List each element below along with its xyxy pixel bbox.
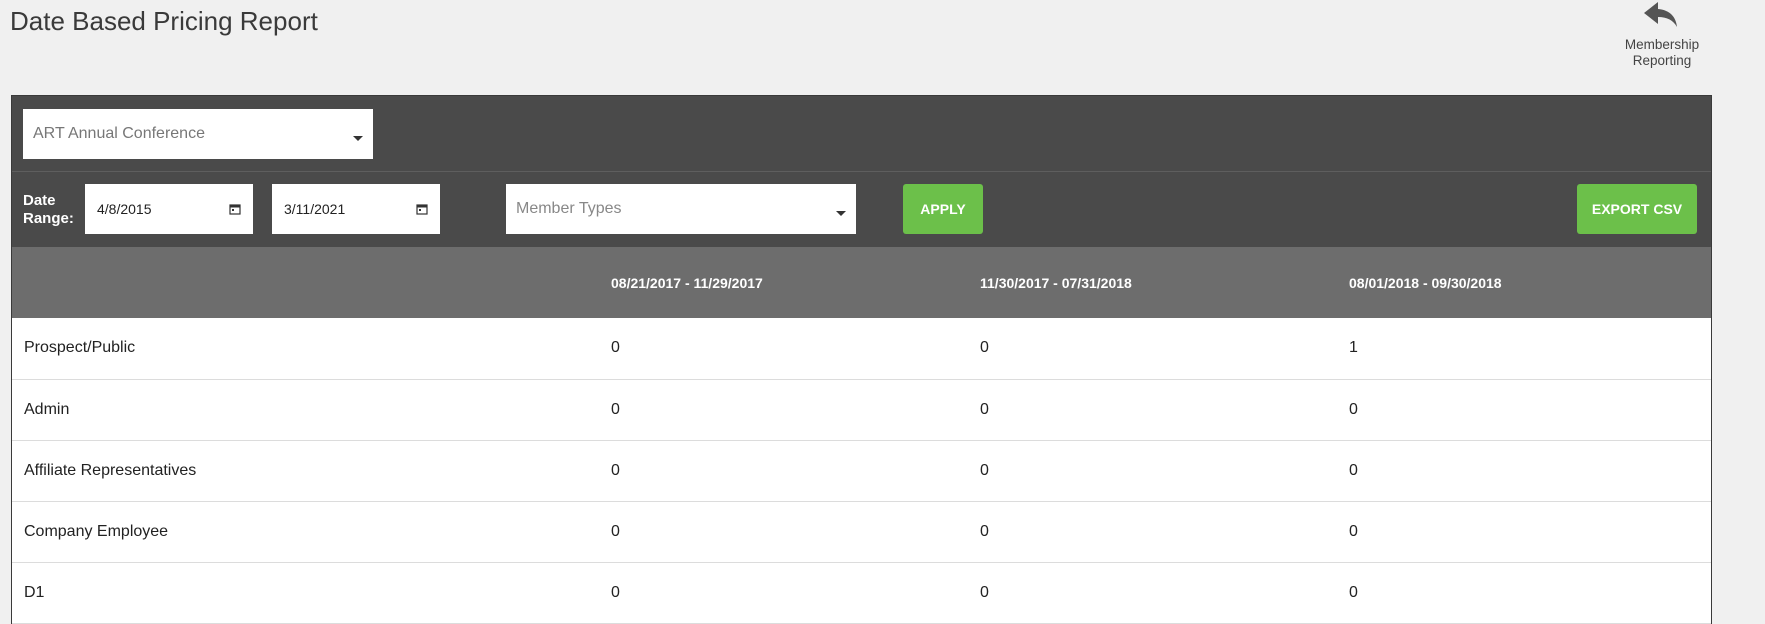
- table-cell: 1: [1349, 339, 1358, 357]
- calendar-icon[interactable]: [229, 203, 241, 215]
- table-cell: 0: [611, 583, 620, 601]
- table-header-cell: 08/01/2018 - 09/30/2018: [1349, 274, 1502, 291]
- table-header-cell: [12, 247, 611, 318]
- table-cell: 0: [980, 400, 989, 418]
- table-cell: 0: [980, 461, 989, 479]
- reply-arrow-icon: [1644, 2, 1677, 27]
- table-cell: 0: [611, 522, 620, 540]
- table-cell: 0: [1349, 583, 1358, 601]
- member-types-placeholder: Member Types: [516, 200, 622, 217]
- start-date-input[interactable]: 4/8/2015: [85, 184, 253, 234]
- row-label: Admin: [24, 400, 70, 418]
- member-types-select[interactable]: Member Types: [506, 184, 856, 234]
- export-csv-button[interactable]: EXPORT CSV: [1577, 184, 1697, 234]
- row-label: D1: [24, 583, 45, 601]
- date-range-label: Date Range:: [23, 192, 83, 228]
- table-row: Company Employee 0 0 0: [12, 501, 1711, 562]
- table-cell: 0: [1349, 522, 1358, 540]
- event-select[interactable]: ART Annual Conference: [23, 109, 373, 159]
- table-row: D1 0 0 0: [12, 562, 1711, 623]
- date-range-label-line1: Date: [23, 192, 56, 209]
- start-date-value: 4/8/2015: [97, 201, 152, 217]
- table-row: Prospect/Public 0 0 1: [12, 318, 1711, 379]
- event-select-value: ART Annual Conference: [33, 125, 205, 142]
- table-row: Admin 0 0 0: [12, 379, 1711, 440]
- table-row: Affiliate Representatives 0 0 0: [12, 440, 1711, 501]
- row-label: Company Employee: [24, 522, 169, 540]
- table-cell: 0: [980, 339, 989, 357]
- table-cell: 0: [1349, 461, 1358, 479]
- back-link-label-line1: Membership: [1624, 37, 1700, 52]
- page-title: Date Based Pricing Report: [10, 6, 318, 36]
- end-date-value: 3/11/2021: [284, 201, 346, 217]
- chevron-down-icon: [353, 135, 363, 141]
- table-header-cell: 11/30/2017 - 07/31/2018: [980, 274, 1132, 291]
- chevron-down-icon: [836, 210, 846, 216]
- table-cell: 0: [611, 339, 620, 357]
- membership-reporting-link[interactable]: Membership Reporting: [1604, 0, 1720, 69]
- row-label: Affiliate Representatives: [24, 461, 197, 479]
- table-cell: 0: [980, 583, 989, 601]
- table-cell: 0: [611, 461, 620, 479]
- table-header-row: 08/21/2017 - 11/29/2017 11/30/2017 - 07/…: [12, 247, 1711, 318]
- date-range-label-line2: Range:: [23, 210, 74, 227]
- row-label: Prospect/Public: [24, 339, 136, 357]
- table-cell: 0: [611, 400, 620, 418]
- pricing-table: 08/21/2017 - 11/29/2017 11/30/2017 - 07/…: [12, 247, 1711, 624]
- report-panel: ART Annual Conference Date Range: 4/8/20…: [11, 95, 1712, 624]
- table-header-cell: 08/21/2017 - 11/29/2017: [611, 274, 763, 291]
- end-date-input[interactable]: 3/11/2021: [272, 184, 440, 234]
- apply-button[interactable]: APPLY: [903, 184, 983, 234]
- calendar-icon[interactable]: [416, 203, 428, 215]
- table-cell: 0: [1349, 400, 1358, 418]
- back-link-label-line2: Reporting: [1632, 53, 1692, 68]
- table-cell: 0: [980, 522, 989, 540]
- filter-divider: [12, 171, 1711, 172]
